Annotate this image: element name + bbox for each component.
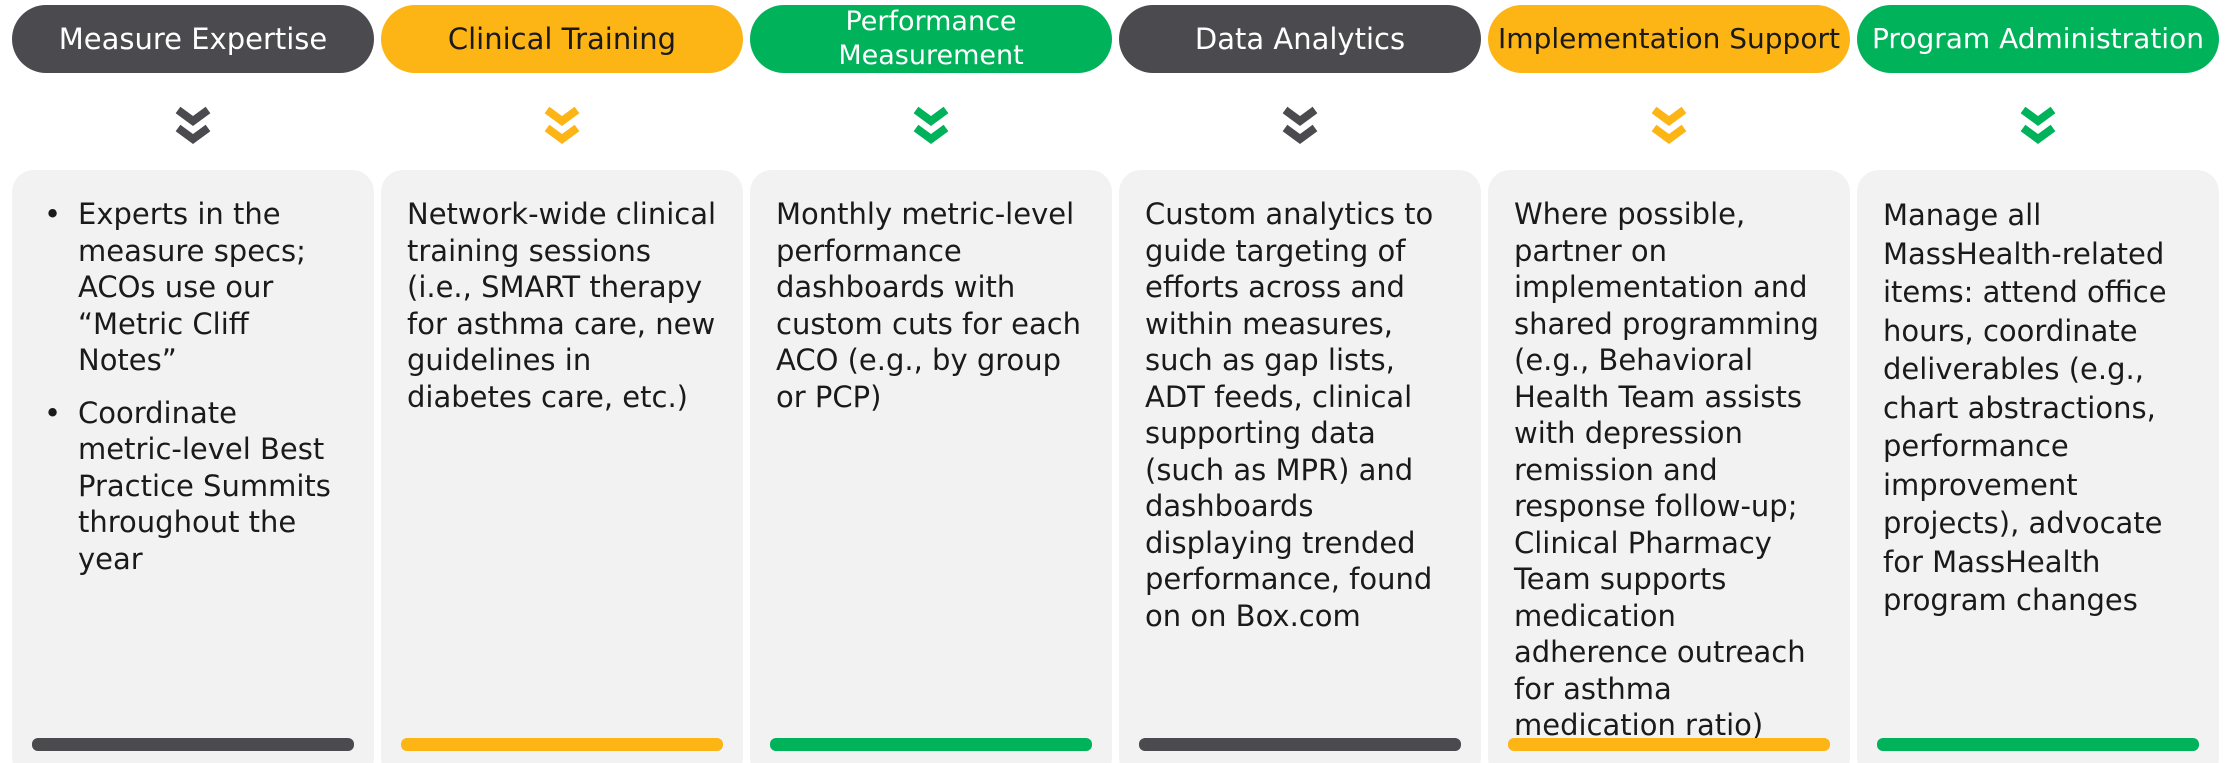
column-implementation-support: Implementation Support Where possible, p… [1488, 0, 1850, 763]
description-card: Custom analytics to guide targeting of e… [1119, 170, 1481, 763]
card-text: Network-wide clinical training sessions … [407, 197, 717, 414]
double-chevron-down-icon [2020, 106, 2056, 144]
accent-bar [1877, 738, 2199, 751]
card-text: Monthly metric-level performance dashboa… [776, 197, 1082, 414]
column-program-administration: Program Administration Manage all MassHe… [1857, 0, 2219, 763]
double-chevron-down-icon [1282, 106, 1318, 144]
header-pill: Measure Expertise [12, 5, 374, 73]
column-data-analytics: Data Analytics Custom analytics to guide… [1119, 0, 1481, 763]
double-chevron-down-icon [544, 106, 580, 144]
accent-bar [1508, 738, 1830, 751]
description-card: Where possible, partner on implementatio… [1488, 170, 1850, 763]
column-performance-measurement: Performance Measurement Monthly metric-l… [750, 0, 1112, 763]
accent-bar [1139, 738, 1461, 751]
card-text: Where possible, partner on implementatio… [1514, 197, 1819, 742]
description-card: Manage all MassHealth-related items: att… [1857, 170, 2219, 763]
list-item: Coordinate metric-level Best Practice Su… [44, 395, 348, 578]
double-chevron-down-icon [175, 106, 211, 144]
description-card: Network-wide clinical training sessions … [381, 170, 743, 763]
bullet-list: Experts in the measure specs; ACOs use o… [38, 196, 348, 577]
card-text: Manage all MassHealth-related items: att… [1883, 198, 2167, 617]
accent-bar [32, 738, 354, 751]
description-card: Experts in the measure specs; ACOs use o… [12, 170, 374, 763]
double-chevron-down-icon [913, 106, 949, 144]
services-diagram: Measure Expertise Experts in the measure… [0, 0, 2229, 763]
double-chevron-down-icon [1651, 106, 1687, 144]
list-item: Experts in the measure specs; ACOs use o… [44, 196, 348, 379]
description-card: Monthly metric-level performance dashboa… [750, 170, 1112, 763]
accent-bar [401, 738, 723, 751]
column-clinical-training: Clinical Training Network-wide clinical … [381, 0, 743, 763]
header-pill: Implementation Support [1488, 5, 1850, 73]
column-measure-expertise: Measure Expertise Experts in the measure… [12, 0, 374, 763]
card-text: Custom analytics to guide targeting of e… [1145, 197, 1434, 633]
header-pill: Data Analytics [1119, 5, 1481, 73]
header-pill: Performance Measurement [750, 5, 1112, 73]
accent-bar [770, 738, 1092, 751]
header-pill: Clinical Training [381, 5, 743, 73]
header-pill: Program Administration [1857, 5, 2219, 73]
